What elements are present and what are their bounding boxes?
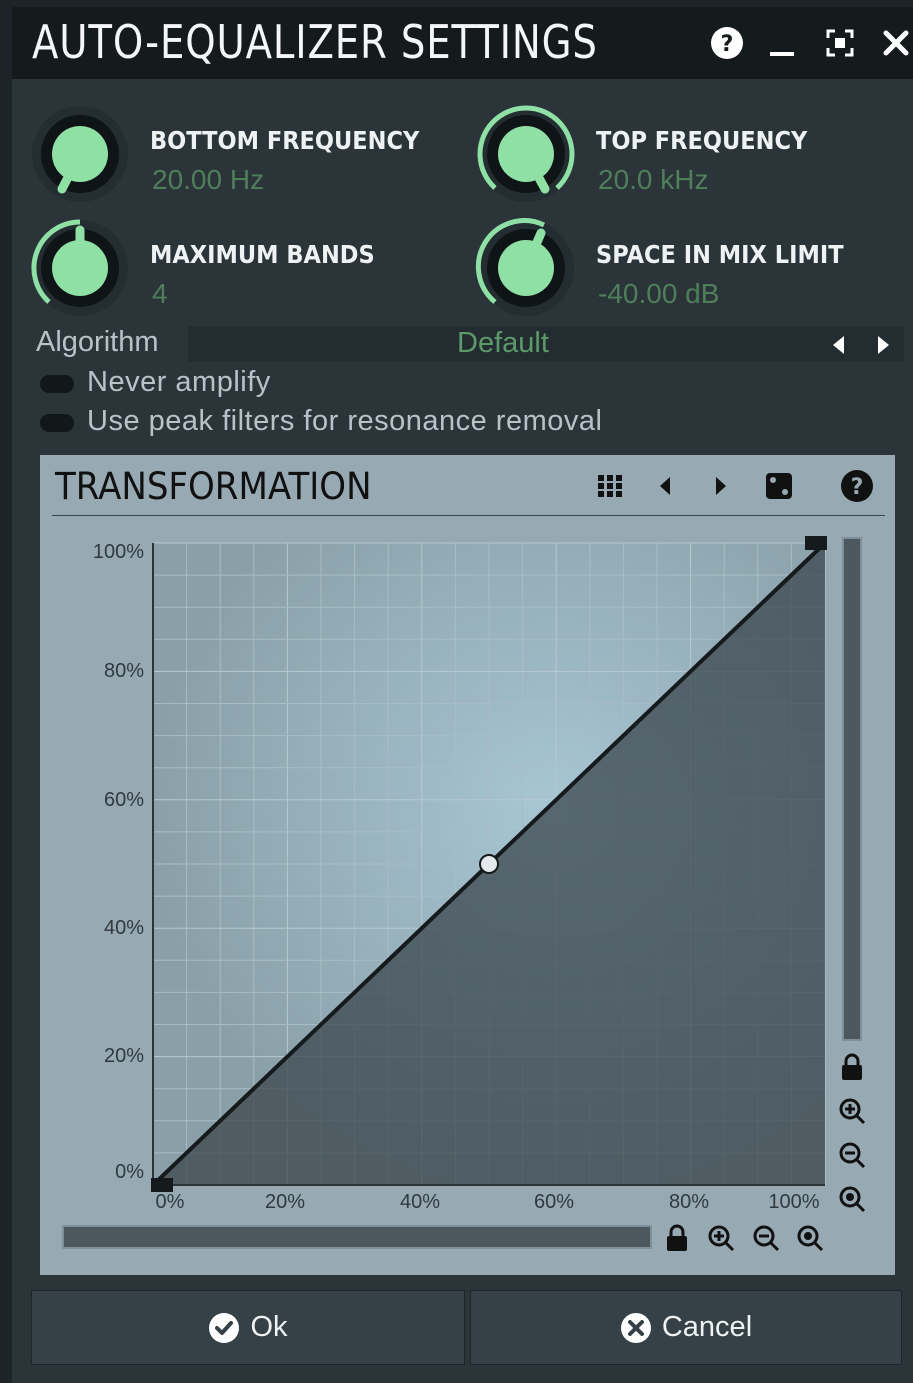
- vertical-lock-icon[interactable]: [837, 1052, 867, 1082]
- vertical-zoom-in-icon[interactable]: [837, 1096, 867, 1126]
- vertical-scrollbar[interactable]: [842, 537, 862, 1041]
- cancel-label: Cancel: [661, 1311, 753, 1343]
- maximum-bands-knob[interactable]: [28, 216, 133, 321]
- help-icon[interactable]: ?: [707, 23, 747, 63]
- space-in-mix-limit-knob[interactable]: [474, 216, 579, 321]
- horizontal-zoom-reset-icon[interactable]: [795, 1223, 825, 1253]
- x-tick: 20%: [264, 1191, 306, 1213]
- maximum-bands-label: MAXIMUM BANDS: [150, 240, 375, 269]
- check-circle-icon: [209, 1312, 240, 1343]
- y-tick: 20%: [103, 1045, 144, 1067]
- cancel-button[interactable]: Cancel: [470, 1290, 902, 1365]
- algorithm-label: Algorithm: [36, 326, 159, 358]
- bottom-frequency-value[interactable]: 20.00 Hz: [152, 164, 264, 196]
- bottom-frequency-label: BOTTOM FREQUENCY: [150, 126, 420, 155]
- algorithm-selector[interactable]: Default: [188, 326, 904, 362]
- curve-control-point[interactable]: [479, 854, 499, 874]
- top-frequency-control: TOP FREQUENCY 20.0 kHz: [474, 102, 913, 207]
- ok-button[interactable]: Ok: [31, 1290, 465, 1365]
- x-tick: 80%: [668, 1191, 710, 1213]
- space-in-mix-limit-control: SPACE IN MIX LIMIT -40.00 dB: [474, 216, 913, 321]
- algorithm-value[interactable]: Default: [188, 327, 818, 360]
- y-tick: 40%: [103, 917, 144, 939]
- ok-label: Ok: [250, 1311, 288, 1343]
- curve-start-handle[interactable]: [151, 1178, 173, 1192]
- y-tick: 0%: [115, 1161, 144, 1183]
- transformation-graph[interactable]: [40, 455, 895, 1275]
- horizontal-lock-icon[interactable]: [662, 1223, 692, 1253]
- title-bar: AUTO-EQUALIZER SETTINGS ?: [12, 7, 913, 79]
- peak-filters-label[interactable]: Use peak filters for resonance removal: [87, 405, 602, 438]
- horizontal-zoom-in-icon[interactable]: [706, 1223, 736, 1253]
- transformation-panel: TRANSFORMATION ? 100% 80% 60% 40% 20% 0%…: [40, 455, 895, 1275]
- never-amplify-toggle[interactable]: [40, 375, 74, 393]
- horizontal-scrollbar[interactable]: [62, 1225, 652, 1249]
- vertical-zoom-reset-icon[interactable]: [837, 1184, 867, 1214]
- peak-filters-toggle[interactable]: [40, 414, 74, 432]
- vertical-zoom-out-icon[interactable]: [837, 1140, 867, 1170]
- svg-text:?: ?: [721, 32, 734, 57]
- top-frequency-value[interactable]: 20.0 kHz: [598, 164, 709, 196]
- algorithm-prev-icon[interactable]: [826, 332, 852, 358]
- x-tick: 40%: [399, 1191, 441, 1213]
- x-circle-icon: [620, 1312, 651, 1343]
- close-icon[interactable]: [876, 23, 913, 63]
- fullscreen-icon[interactable]: [820, 23, 860, 63]
- x-tick: 60%: [533, 1191, 575, 1213]
- top-frequency-label: TOP FREQUENCY: [596, 126, 808, 155]
- y-tick: 80%: [103, 660, 144, 682]
- never-amplify-label[interactable]: Never amplify: [87, 366, 271, 399]
- space-in-mix-limit-value[interactable]: -40.00 dB: [598, 278, 719, 310]
- y-tick: 60%: [103, 789, 144, 811]
- bottom-frequency-control: BOTTOM FREQUENCY 20.00 Hz: [28, 102, 468, 207]
- window-title: AUTO-EQUALIZER SETTINGS: [32, 15, 598, 69]
- x-tick: 0%: [155, 1191, 185, 1213]
- horizontal-zoom-out-icon[interactable]: [751, 1223, 781, 1253]
- minimize-icon[interactable]: [762, 23, 802, 63]
- y-tick: 100%: [92, 541, 144, 563]
- algorithm-next-icon[interactable]: [870, 332, 896, 358]
- maximum-bands-value[interactable]: 4: [152, 278, 168, 310]
- x-tick: 100%: [768, 1191, 820, 1213]
- curve-end-handle[interactable]: [805, 536, 827, 550]
- space-in-mix-limit-label: SPACE IN MIX LIMIT: [596, 240, 844, 269]
- top-frequency-knob[interactable]: [474, 102, 579, 207]
- maximum-bands-control: MAXIMUM BANDS 4: [28, 216, 468, 321]
- bottom-frequency-knob[interactable]: [28, 102, 133, 207]
